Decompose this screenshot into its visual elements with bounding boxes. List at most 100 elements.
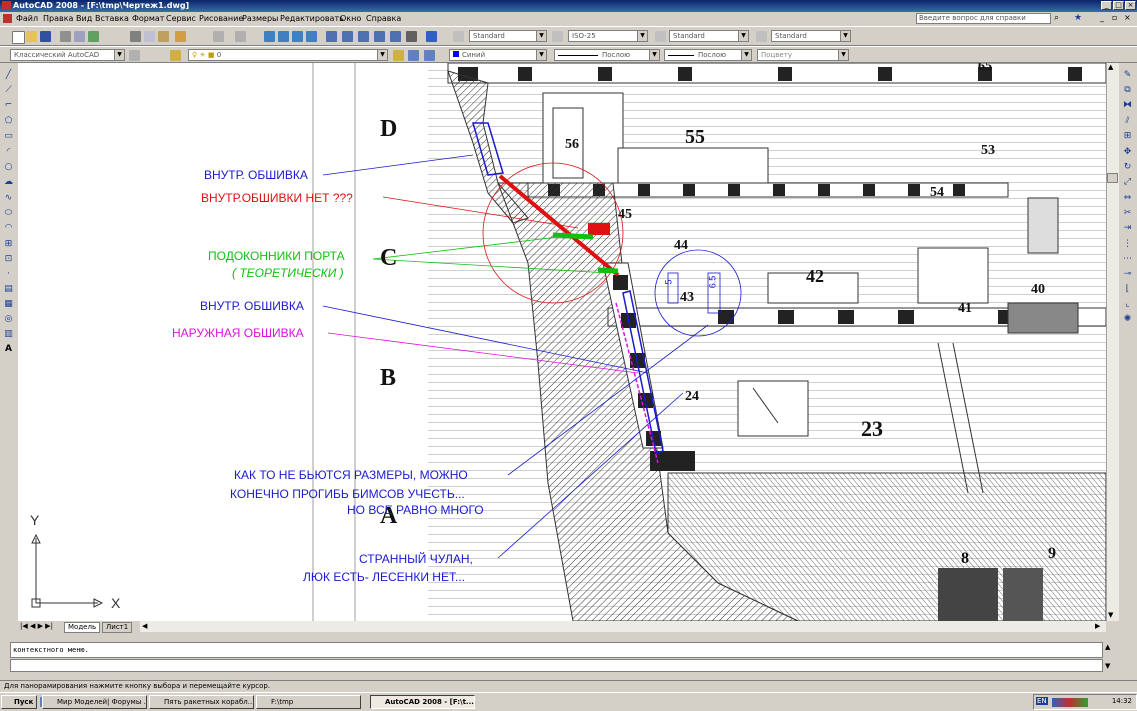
join-icon[interactable]: ⊸ xyxy=(1122,269,1133,280)
chamfer-icon[interactable]: ⌊ xyxy=(1122,284,1133,295)
scrollbar-thumb[interactable] xyxy=(1107,173,1118,183)
preview-icon[interactable] xyxy=(74,31,85,42)
tab-model[interactable]: Модель xyxy=(64,622,101,633)
rectangle-icon[interactable]: ▭ xyxy=(3,131,14,142)
cut-icon[interactable] xyxy=(130,31,141,42)
language-indicator[interactable]: EN xyxy=(1036,697,1048,705)
plotstyle-select[interactable]: Поцвету ▼ xyxy=(757,49,849,61)
maximize-button[interactable]: □ xyxy=(1113,1,1124,10)
menu-help[interactable]: Справка xyxy=(366,14,401,23)
properties-icon[interactable] xyxy=(326,31,337,42)
vertical-scrollbar[interactable]: ▲ ▼ xyxy=(1106,63,1119,621)
taskbar-item-ships[interactable]: Пять ракетных корабл... xyxy=(149,695,254,709)
lineweight-select[interactable]: Послою ▼ xyxy=(664,49,752,61)
menu-file[interactable]: Файл xyxy=(16,14,38,23)
revision-cloud-icon[interactable]: ☁ xyxy=(3,177,14,188)
open-icon[interactable] xyxy=(26,31,37,42)
scroll-left-arrow-icon[interactable]: ◀ xyxy=(142,622,147,630)
calculator-icon[interactable] xyxy=(406,31,417,42)
menu-insert[interactable]: Вставка xyxy=(95,14,129,23)
scale-icon[interactable]: ⤢ xyxy=(1122,177,1133,188)
erase-icon[interactable]: ✎ xyxy=(1122,70,1133,81)
construction-line-icon[interactable]: ⟋ xyxy=(3,85,14,96)
scroll-up-arrow-icon[interactable]: ▲ xyxy=(1108,63,1113,71)
taskbar-item-autocad[interactable]: AutoCAD 2008 - [F:\t... xyxy=(370,695,475,709)
color-select[interactable]: Синий ▼ xyxy=(449,49,547,61)
new-icon[interactable] xyxy=(12,31,25,44)
layer-manager-icon[interactable] xyxy=(170,50,181,61)
ellipse-icon[interactable]: ⬭ xyxy=(3,208,14,219)
command-scroll-up-icon[interactable]: ▲ xyxy=(1105,643,1110,651)
layer-previous-icon[interactable] xyxy=(408,50,419,61)
tray-icons[interactable] xyxy=(1052,698,1088,707)
workspace-select[interactable]: Классический AutoCAD ▼ xyxy=(10,49,125,61)
dim-style-select[interactable]: ISO-25 ▼ xyxy=(568,30,648,42)
search-icon[interactable]: ⌕ xyxy=(1054,13,1059,23)
workspace-settings-icon[interactable] xyxy=(129,50,140,61)
menu-view[interactable]: Вид xyxy=(76,14,92,23)
start-button[interactable]: Пуск xyxy=(1,695,37,709)
mirror-icon[interactable]: ⧓ xyxy=(1122,100,1133,111)
multiline-text-icon[interactable]: A xyxy=(3,344,14,355)
minimize-button[interactable]: _ xyxy=(1101,1,1112,10)
match-properties-icon[interactable] xyxy=(175,31,186,42)
break-at-point-icon[interactable]: ⋮ xyxy=(1122,239,1133,250)
stretch-icon[interactable]: ⇔ xyxy=(1122,193,1133,204)
spline-icon[interactable]: ∿ xyxy=(3,193,14,204)
fillet-icon[interactable]: ⌞ xyxy=(1122,299,1133,310)
menu-dimension[interactable]: Размеры xyxy=(242,14,278,23)
table-style-select[interactable]: Standard ▼ xyxy=(669,30,749,42)
pan-icon[interactable] xyxy=(264,31,275,42)
close-button[interactable]: × xyxy=(1125,1,1136,10)
explode-icon[interactable]: ✺ xyxy=(1122,314,1133,325)
save-icon[interactable] xyxy=(40,31,51,42)
make-block-icon[interactable]: ⊡ xyxy=(3,254,14,265)
markup-icon[interactable] xyxy=(390,31,401,42)
text-style-select[interactable]: Standard ▼ xyxy=(469,30,547,42)
menu-modify[interactable]: Редактировать xyxy=(280,14,344,23)
undo-icon[interactable] xyxy=(213,31,224,42)
help-icon[interactable] xyxy=(426,31,437,42)
scroll-down-arrow-icon[interactable]: ▼ xyxy=(1108,611,1113,619)
publish-icon[interactable] xyxy=(88,31,99,42)
menu-draw[interactable]: Рисование xyxy=(199,14,243,23)
point-icon[interactable]: · xyxy=(3,269,14,280)
hatch-icon[interactable]: ▤ xyxy=(3,284,14,295)
horizontal-scrollbar[interactable]: ◀ ▶ xyxy=(140,621,1106,632)
array-icon[interactable]: ⊞ xyxy=(1122,131,1133,142)
polygon-icon[interactable]: ⬠ xyxy=(3,116,14,127)
scroll-right-arrow-icon[interactable]: ▶ xyxy=(1095,622,1100,630)
paste-icon[interactable] xyxy=(158,31,169,42)
doc-close-button[interactable]: × xyxy=(1124,13,1131,22)
menu-format[interactable]: Формат xyxy=(132,14,164,23)
offset-icon[interactable]: ⫽ xyxy=(1122,116,1133,127)
doc-minimize-button[interactable]: _ xyxy=(1100,13,1104,22)
linetype-select[interactable]: Послою ▼ xyxy=(554,49,660,61)
redo-icon[interactable] xyxy=(235,31,246,42)
command-input[interactable] xyxy=(10,659,1103,672)
layer-states-icon[interactable] xyxy=(424,50,435,61)
ellipse-arc-icon[interactable]: ◠ xyxy=(3,223,14,234)
copy-object-icon[interactable]: ⧉ xyxy=(1122,85,1133,96)
menu-window[interactable]: Окно xyxy=(340,14,361,23)
text-style-icon[interactable] xyxy=(453,31,464,42)
gradient-icon[interactable]: ▦ xyxy=(3,299,14,310)
rotate-icon[interactable]: ↻ xyxy=(1122,162,1133,173)
zoom-previous-icon[interactable] xyxy=(306,31,317,42)
table-style-icon[interactable] xyxy=(655,31,666,42)
tool-palettes-icon[interactable] xyxy=(358,31,369,42)
dim-style-icon[interactable] xyxy=(552,31,563,42)
copy-icon[interactable] xyxy=(144,31,155,42)
arc-icon[interactable]: ◜ xyxy=(3,147,14,158)
doc-restore-button[interactable]: ▫ xyxy=(1112,13,1117,22)
multileader-style-icon[interactable] xyxy=(756,31,767,42)
menu-tools[interactable]: Сервис xyxy=(166,14,196,23)
sheet-set-icon[interactable] xyxy=(374,31,385,42)
drawing-canvas[interactable]: D C B A 65 56 55 53 54 45 44 43 42 40 41… xyxy=(18,63,1106,621)
polyline-icon[interactable]: ⌐ xyxy=(3,100,14,111)
command-scroll-down-icon[interactable]: ▼ xyxy=(1105,662,1110,670)
zoom-realtime-icon[interactable] xyxy=(278,31,289,42)
move-icon[interactable]: ✥ xyxy=(1122,147,1133,158)
trim-icon[interactable]: ✂ xyxy=(1122,208,1133,219)
layer-select[interactable]: ♀ ☀ ■ 0 ▼ xyxy=(188,49,388,61)
